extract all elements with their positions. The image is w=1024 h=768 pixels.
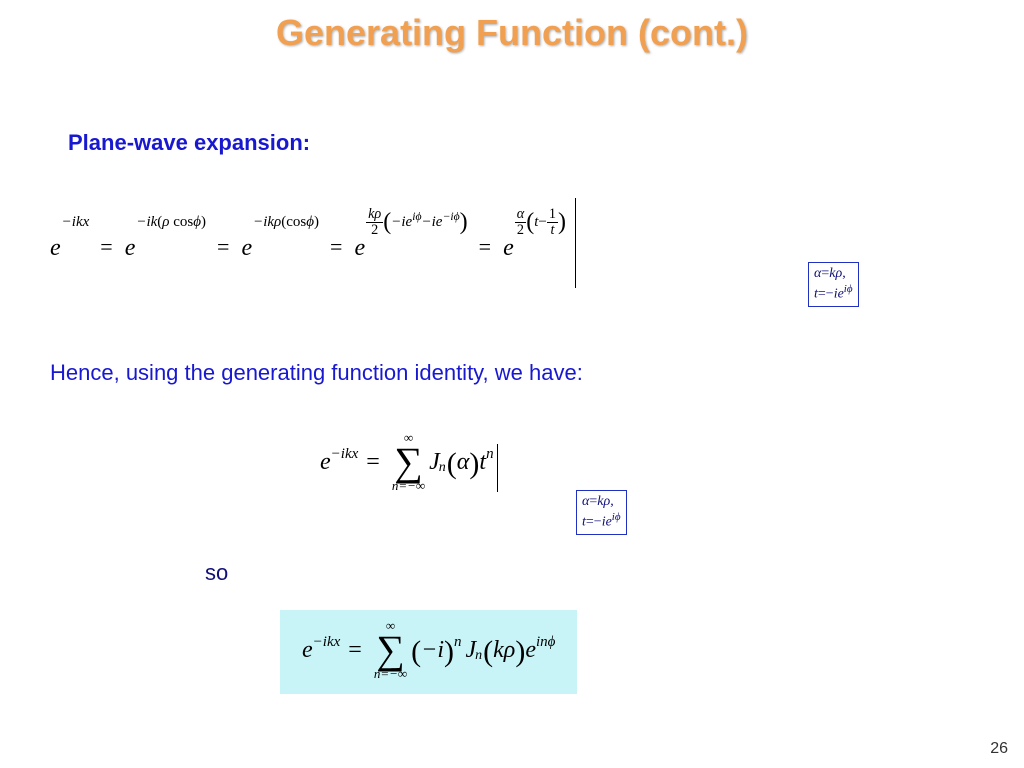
- t: t: [479, 449, 486, 476]
- rparen: ): [444, 635, 454, 669]
- exp: −ikρ(cosϕ): [253, 214, 319, 231]
- e-base: e: [320, 449, 331, 476]
- alpha: α: [457, 449, 470, 476]
- equation-1: e−ikx = e −ik(ρ cosϕ) = e −ikρ(cosϕ) = e…: [50, 190, 576, 280]
- exp-inphi: inϕ: [536, 634, 555, 651]
- equation-3: e−ikx = ∞ ∑ n=−∞ (−i)n Jn (kρ) einϕ: [302, 618, 555, 682]
- page-number: 26: [990, 740, 1008, 758]
- exp: −ikx: [331, 446, 359, 463]
- equals: =: [340, 637, 370, 664]
- e-base: e: [241, 210, 252, 260]
- e-base: e: [503, 210, 514, 260]
- sub-n: n: [475, 648, 482, 664]
- substitution-box-2: α=kρ, t=−ieiϕ: [576, 490, 627, 535]
- lparen: (: [411, 635, 421, 669]
- exp: −ik(ρ cosϕ): [136, 214, 206, 231]
- equals: =: [358, 449, 388, 476]
- sum-icon: ∞ ∑ n=−∞: [374, 618, 407, 682]
- exp: −ikx: [313, 634, 341, 651]
- equation-3-highlight: e−ikx = ∞ ∑ n=−∞ (−i)n Jn (kρ) einϕ: [280, 610, 577, 694]
- rparen: ): [469, 447, 479, 481]
- eval-bar-icon: [497, 444, 498, 492]
- body-text: Hence, using the generating function ide…: [50, 360, 583, 386]
- sum-icon: ∞ ∑ n=−∞: [392, 430, 425, 494]
- eval-bar-icon: [575, 198, 576, 288]
- subheading: Plane-wave expansion:: [68, 130, 310, 156]
- exp: kρ2(−ieiϕ−ie−iϕ): [366, 206, 468, 238]
- e-base: e: [50, 210, 61, 260]
- exp: −ikx: [62, 214, 90, 231]
- equals: =: [94, 210, 118, 260]
- t-pow-n: n: [486, 446, 494, 463]
- lparen: (: [447, 447, 457, 481]
- minus-i: −i: [421, 637, 444, 664]
- e-base: e: [525, 637, 536, 664]
- lparen: (: [483, 635, 493, 669]
- e-base: e: [354, 210, 365, 260]
- equals: =: [324, 210, 348, 260]
- e-base: e: [125, 210, 136, 260]
- J: J: [462, 637, 477, 664]
- equals: =: [211, 210, 235, 260]
- so-text: so: [205, 560, 228, 586]
- substitution-box-1: α=kρ, t=−ieiϕ: [808, 262, 859, 307]
- e-base: e: [302, 637, 313, 664]
- rparen: ): [515, 635, 525, 669]
- k-rho: kρ: [493, 637, 515, 664]
- exp: α2(t−1t): [515, 206, 566, 238]
- slide-title: Generating Function (cont.): [0, 0, 1024, 54]
- equation-2: e−ikx = ∞ ∑ n=−∞ Jn (α) tn: [320, 430, 498, 494]
- equals: =: [473, 210, 497, 260]
- pow-n: n: [454, 634, 462, 651]
- sub-n: n: [439, 460, 446, 476]
